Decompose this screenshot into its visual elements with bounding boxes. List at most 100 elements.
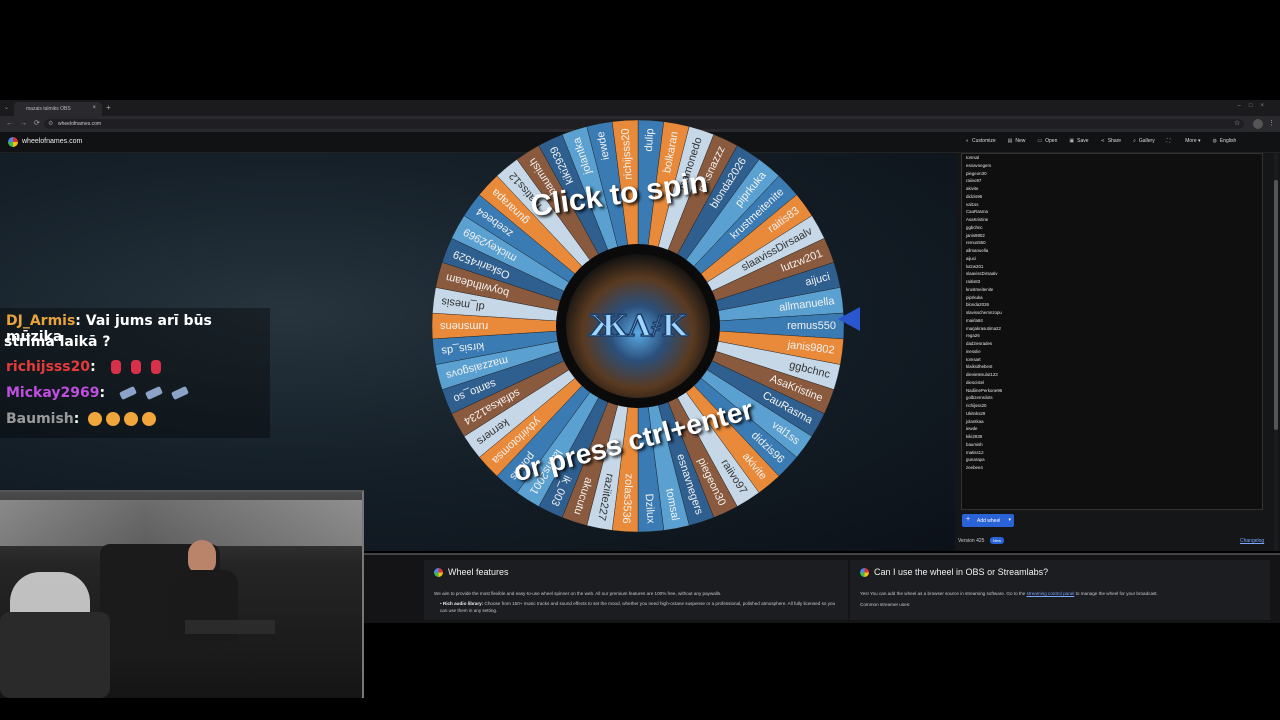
entry-line: marjakrasutima22 <box>966 325 1001 331</box>
entry-line: richijsss20 <box>966 403 987 408</box>
browser-tab-strip <box>0 100 1280 116</box>
globe-icon: ◍ <box>1212 138 1217 144</box>
menu-item-more[interactable]: More ▾ <box>1185 138 1200 144</box>
entry-line: CauRasma <box>966 209 988 215</box>
wheelofnames-logo-icon[interactable] <box>8 137 18 147</box>
laptop <box>185 620 275 634</box>
heart-emote-icon <box>150 360 161 374</box>
file-new-icon: ▤ <box>1007 138 1013 144</box>
window-controls[interactable]: –□× <box>1238 103 1272 109</box>
shark-emote-icon <box>170 385 189 401</box>
entry-line: Ukitnks29 <box>966 410 986 416</box>
entry-line: piegeon30 <box>966 170 987 176</box>
center-logo-icon: ЖΛ҂K <box>589 309 689 344</box>
fullscreen-icon: ⛶ <box>1166 138 1171 144</box>
chat-message: Baumish: <box>6 411 157 427</box>
new-tab-icon[interactable]: + <box>106 103 111 112</box>
menu-item-open[interactable]: ▭ Open <box>1037 138 1057 144</box>
entry-line: matiss12 <box>966 449 984 455</box>
bag <box>0 612 110 698</box>
new-badge: New <box>990 537 1005 544</box>
close-tab-icon[interactable]: × <box>92 105 96 111</box>
entries-textarea[interactable]: tomsal esnavnegers piegeon30 raiivo97 akivit… <box>961 153 1263 510</box>
menu-label: Open <box>1045 138 1058 144</box>
menu-item-gallery[interactable]: ⌕ Gallery <box>1133 138 1155 144</box>
streamer-head <box>188 540 216 574</box>
obs-faq-card: Can I use the wheel in OBS or Streamlabs… <box>850 560 1270 620</box>
feature-bullet: • Rich audio library: Choose from 150+ m… <box>440 601 836 613</box>
chat-username: DJ_Armis <box>6 313 76 329</box>
changelog-link[interactable]: Changelog <box>1240 538 1264 544</box>
site-info-icon[interactable]: ⚙ <box>48 120 53 127</box>
obs-answer: Yes! You can add the wheel as a browser … <box>860 590 1265 597</box>
menu-label: New <box>1015 138 1026 144</box>
chat-message: richijsss20: <box>6 359 161 375</box>
menu-label: English <box>1219 138 1237 144</box>
plus-icon: + <box>966 516 971 523</box>
browser-menu-icon[interactable]: ⋮ <box>1268 119 1275 127</box>
url-text: wheelofnames.com <box>58 121 102 127</box>
wheel-slice-label: remus550 <box>787 320 836 332</box>
entry-line: kiki2939 <box>966 434 983 439</box>
chat-message: Mickay2969: <box>6 385 189 401</box>
add-wheel-label: Add wheel <box>977 518 1001 524</box>
menu-item-customize[interactable]: ◐ Customize <box>966 138 996 144</box>
chat-text: : <box>90 359 96 375</box>
tab-title: mazais talmiks OBS <box>26 106 71 112</box>
browser-tab[interactable]: mazais talmiks OBS × <box>14 102 102 116</box>
brand-name[interactable]: wheelofnames.com <box>22 138 82 145</box>
menu-label: Save <box>1077 138 1089 144</box>
streaming-control-panel-link[interactable]: streaming control panel <box>1027 591 1075 596</box>
entry-line: diescistel <box>966 379 985 385</box>
bookmark-star-icon[interactable]: ☆ <box>1234 119 1240 127</box>
entry-line: allmanuella <box>966 248 989 253</box>
entry-line: didzis96 <box>966 193 983 199</box>
menu-label: Share <box>1107 138 1122 144</box>
entry-line: inesslie <box>966 348 981 354</box>
navigation-buttons[interactable]: ←→⟳ <box>6 119 47 127</box>
menu-item-english[interactable]: ◍ English <box>1213 138 1237 144</box>
entry-line: val1ss <box>966 201 979 207</box>
add-wheel-button[interactable]: + Add wheel ▾ <box>962 514 1014 527</box>
laughing-emoji-icon <box>124 412 139 426</box>
entry-line: dievietesulut123 <box>966 372 998 377</box>
menu-label: More <box>1185 138 1197 144</box>
card-intro: We aim to provide the most flexible and … <box>434 591 722 596</box>
entry-line: dadziesrades <box>966 341 993 346</box>
entry-line: tomsart <box>966 356 981 362</box>
save-icon: ▣ <box>1069 138 1075 144</box>
shark-emote-icon <box>118 385 137 401</box>
chevron-down-icon: ▾ <box>1196 138 1201 144</box>
entry-line: slaavissDirsaalv <box>966 271 998 277</box>
entry-line: lutzw201 <box>966 263 984 269</box>
menu-item-new[interactable]: ▤ New <box>1008 138 1026 144</box>
entry-line: rega26 <box>966 333 980 339</box>
folder-open-icon: ▭ <box>1037 138 1043 144</box>
heart-emote-icon <box>110 360 121 374</box>
profile-avatar[interactable] <box>1253 119 1263 129</box>
menu-item-fullscreen[interactable]: ⛶ <box>1167 138 1174 144</box>
entry-line: NadiinePerkone96 <box>966 387 1003 393</box>
chat-text-continued: strīma laikā ? <box>4 334 111 350</box>
chevron-down-icon[interactable]: ▾ <box>1008 517 1011 523</box>
entry-line: raiivo97 <box>966 178 982 184</box>
menu-item-share[interactable]: ⋖ Share <box>1101 138 1122 144</box>
chat-text: : <box>73 411 80 427</box>
version-text: Version 425 <box>958 538 985 544</box>
menu-item-save[interactable]: ▣ Save <box>1069 138 1088 144</box>
tab-search-icon[interactable]: ⌄ <box>4 104 9 111</box>
entry-line: tomsal <box>966 155 979 160</box>
answer-text: Yes! You can add the wheel as a browser … <box>860 591 1026 596</box>
wheel-features-card: Wheel features We aim to provide the mos… <box>424 560 848 620</box>
laughing-emoji-icon <box>142 412 157 426</box>
entry-line: akivite <box>966 186 979 191</box>
entry-line: AsaKristine <box>966 217 989 222</box>
entry-line: ggbchnc <box>966 224 983 230</box>
webcam-feed <box>0 490 364 698</box>
entry-line: blonda2026 <box>966 302 989 308</box>
page-scrollbar-thumb[interactable] <box>1274 180 1278 430</box>
menu-label: Customize <box>972 138 996 144</box>
wheel-slice-label: rumsnens <box>440 320 489 332</box>
bullet-text: Choose from 150+ music tracks and sound … <box>440 601 836 613</box>
top-menu: ◐ Customize ▤ New ▭ Open ▣ Save ⋖ Share ⌕ Gallery ⛶ M… <box>966 138 1236 144</box>
